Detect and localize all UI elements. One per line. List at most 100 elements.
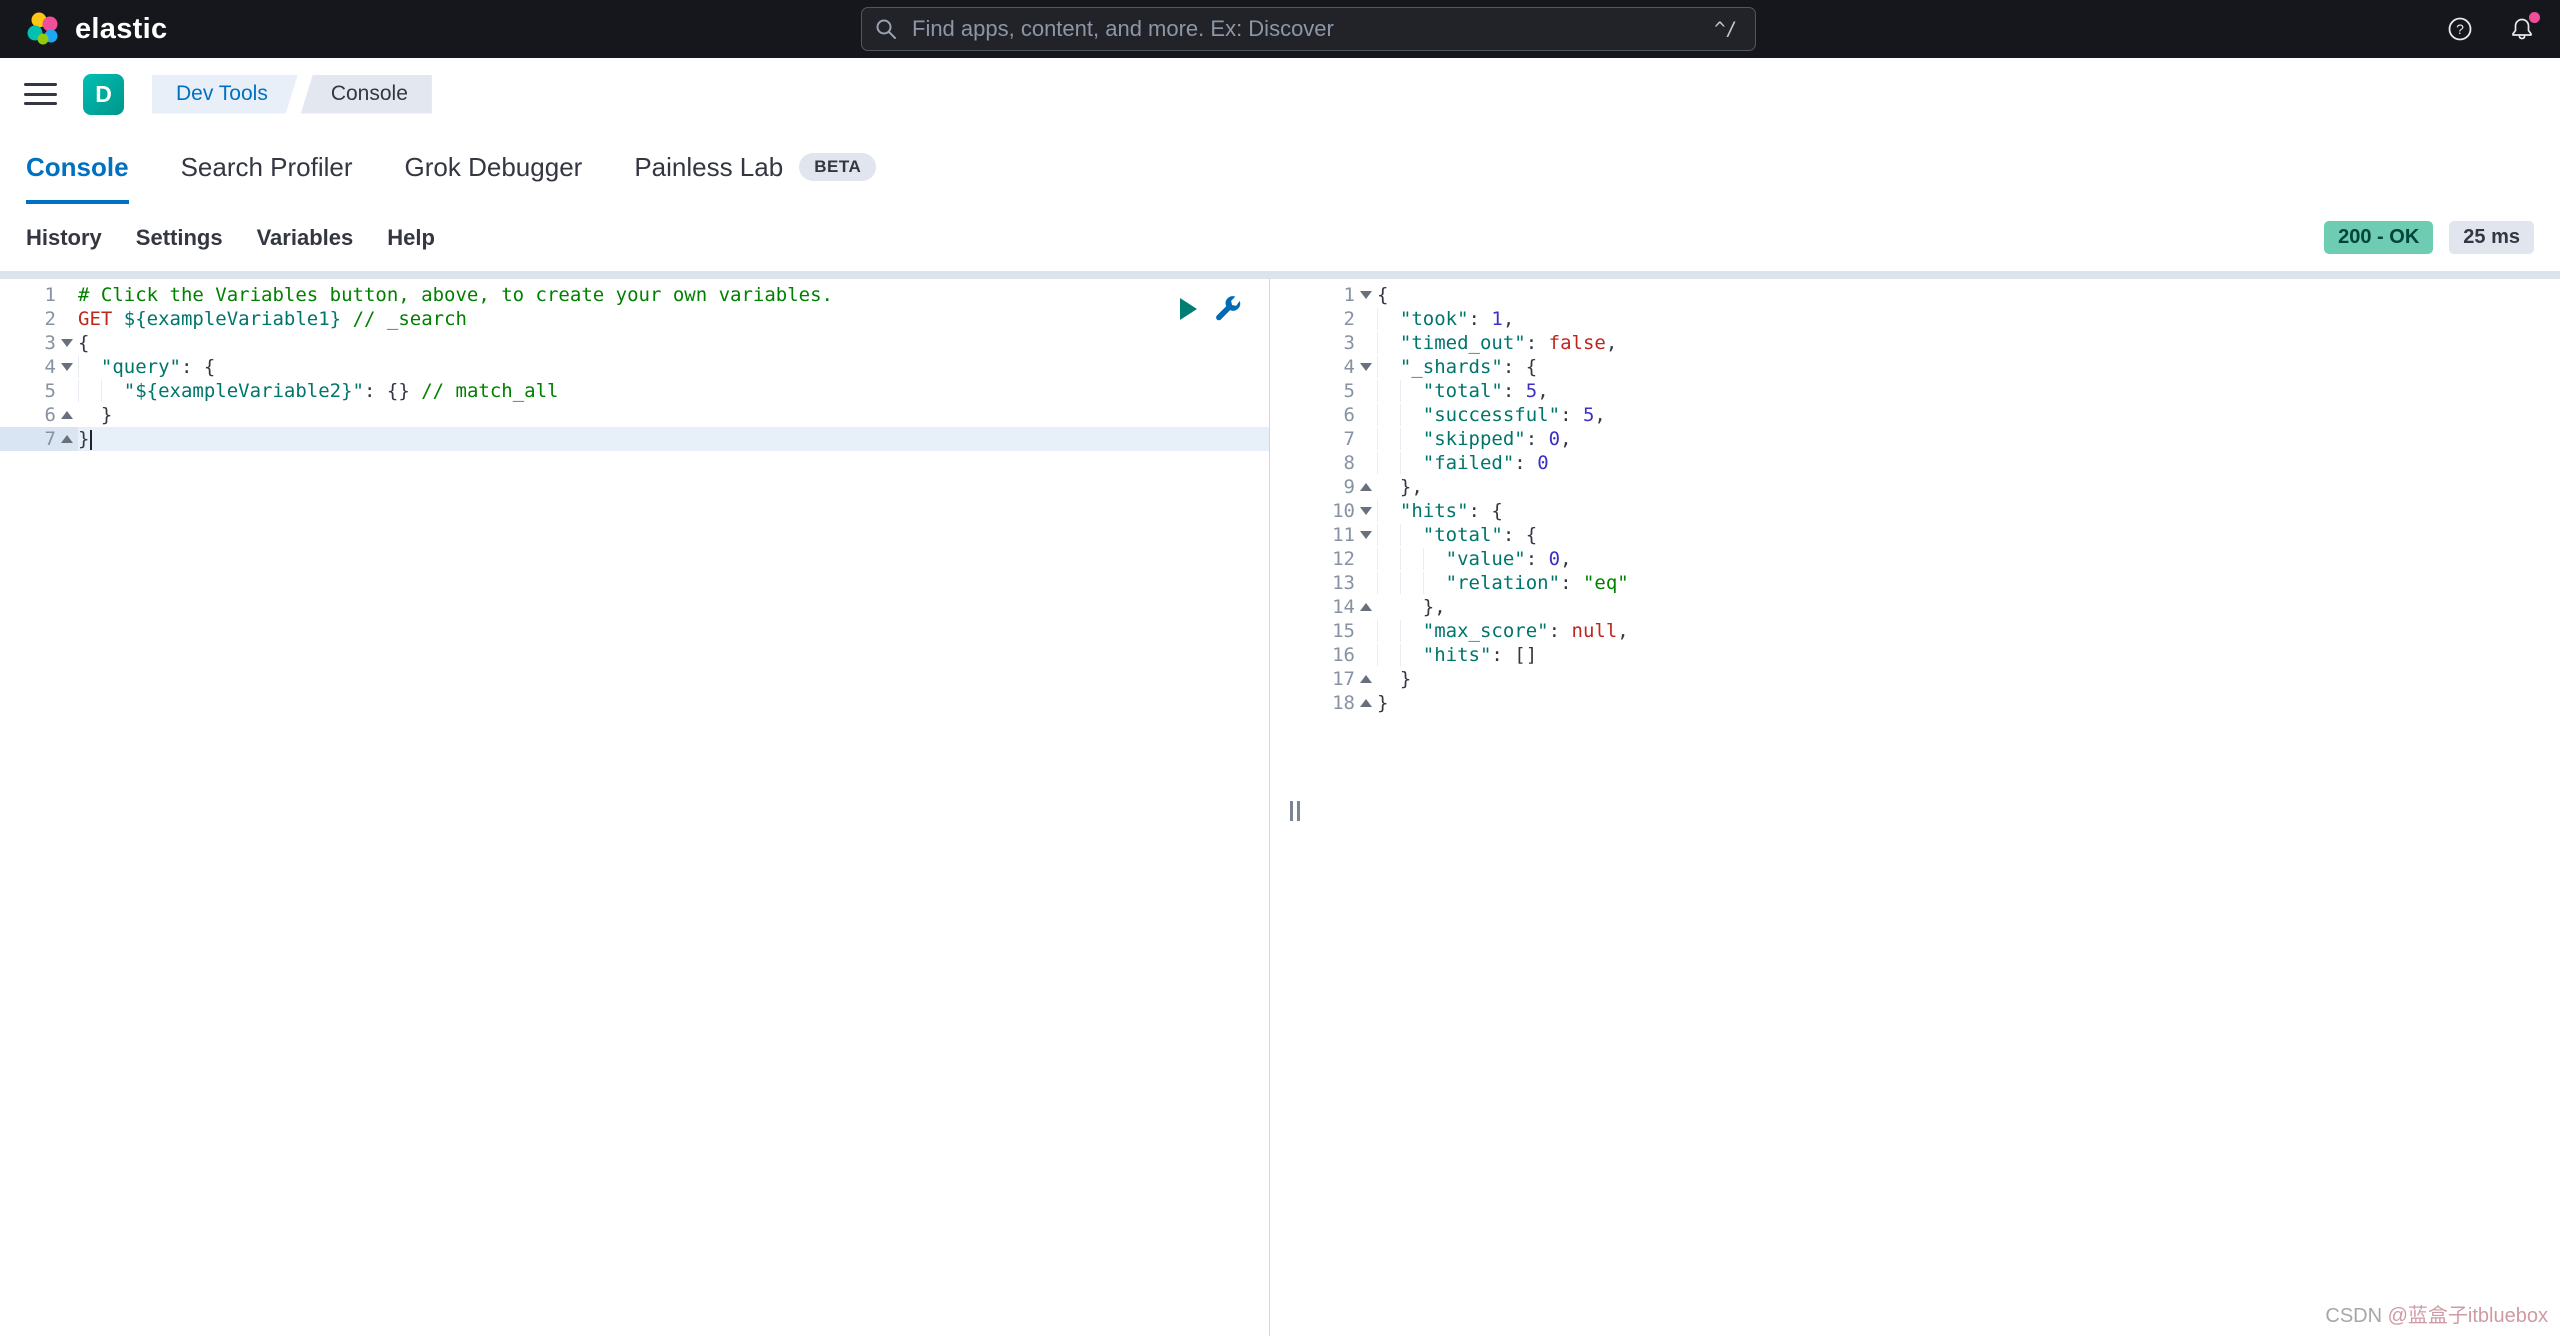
- tab-grok-debugger-label: Grok Debugger: [405, 152, 583, 183]
- code-line[interactable]: 2 "took": 1,: [1319, 307, 2560, 331]
- header-icons: ?: [2446, 15, 2536, 43]
- line-number: 9: [1319, 475, 1355, 499]
- code-line[interactable]: 9 },: [1319, 475, 2560, 499]
- line-number: 1: [1319, 283, 1355, 307]
- fold-open-icon[interactable]: [1360, 291, 1372, 299]
- global-search[interactable]: ^/: [861, 7, 1756, 51]
- code-line[interactable]: 2GET ${exampleVariable1} // _search: [0, 307, 1269, 331]
- elastic-logo[interactable]: elastic: [0, 11, 167, 47]
- code-line[interactable]: 8 "failed": 0: [1319, 451, 2560, 475]
- console-split-editor: 1 # Click the Variables button, above, to…: [0, 271, 2560, 1336]
- code-line[interactable]: 14 },: [1319, 595, 2560, 619]
- fold-open-icon[interactable]: [61, 339, 73, 347]
- code-line[interactable]: 4 "_shards": {: [1319, 355, 2560, 379]
- response-pane[interactable]: 1{2 "took": 1,3 "timed_out": false,4 "_s…: [1319, 271, 2560, 1336]
- line-number: 5: [1319, 379, 1355, 403]
- fold-open-icon[interactable]: [61, 363, 73, 371]
- code-line[interactable]: 4 "query": {: [0, 355, 1269, 379]
- code-line[interactable]: 7 "skipped": 0,: [1319, 427, 2560, 451]
- line-number: 18: [1319, 691, 1355, 715]
- code-line[interactable]: 1# Click the Variables button, above, to…: [0, 283, 1269, 307]
- line-number: 11: [1319, 523, 1355, 547]
- code-line[interactable]: 12 "value": 0,: [1319, 547, 2560, 571]
- code-text: "total": 5,: [1377, 379, 1549, 403]
- line-number: 15: [1319, 619, 1355, 643]
- code-line[interactable]: 13 "relation": "eq": [1319, 571, 2560, 595]
- line-number: 6: [1319, 403, 1355, 427]
- fold-close-icon[interactable]: [61, 435, 73, 443]
- code-line[interactable]: 18}: [1319, 691, 2560, 715]
- status-badge: 200 - OK: [2324, 221, 2433, 254]
- line-number: 2: [1319, 307, 1355, 331]
- fold-open-icon[interactable]: [1360, 507, 1372, 515]
- breadcrumb-dev-tools[interactable]: Dev Tools: [152, 75, 298, 114]
- menu-icon[interactable]: [24, 81, 57, 107]
- send-request-icon[interactable]: [1180, 298, 1197, 320]
- code-text: }: [78, 403, 112, 427]
- text-cursor: [90, 430, 92, 450]
- watermark: CSDN @蓝盒子itbluebox: [2325, 1299, 2548, 1328]
- elastic-logo-icon: [26, 11, 62, 47]
- space-avatar[interactable]: D: [83, 74, 124, 115]
- code-text: },: [1377, 475, 1423, 499]
- line-number: 3: [0, 331, 56, 355]
- variables-button[interactable]: Variables: [257, 225, 354, 251]
- console-menus: History Settings Variables Help: [26, 225, 435, 251]
- response-viewer[interactable]: 1{2 "took": 1,3 "timed_out": false,4 "_s…: [1319, 283, 2560, 715]
- tab-search-profiler[interactable]: Search Profiler: [181, 130, 353, 204]
- code-line[interactable]: 11 "total": {: [1319, 523, 2560, 547]
- code-text: "hits": {: [1377, 499, 1503, 523]
- fold-close-icon[interactable]: [1360, 483, 1372, 491]
- line-number: 7: [0, 427, 56, 451]
- fold-open-icon[interactable]: [1360, 531, 1372, 539]
- code-line[interactable]: 17 }: [1319, 667, 2560, 691]
- code-line[interactable]: 15 "max_score": null,: [1319, 619, 2560, 643]
- code-line[interactable]: 5 "total": 5,: [1319, 379, 2560, 403]
- line-number: 16: [1319, 643, 1355, 667]
- time-badge: 25 ms: [2449, 221, 2534, 254]
- wrench-icon[interactable]: [1215, 296, 1241, 322]
- breadcrumb: Dev Tools Console: [152, 75, 432, 114]
- help-button[interactable]: Help: [387, 225, 435, 251]
- code-line[interactable]: 1{: [1319, 283, 2560, 307]
- code-text: # Click the Variables button, above, to …: [78, 283, 833, 307]
- tab-console-label: Console: [26, 152, 129, 183]
- code-line[interactable]: 10 "hits": {: [1319, 499, 2560, 523]
- code-text: "query": {: [78, 355, 215, 379]
- resizer-handle-icon[interactable]: [1290, 801, 1300, 821]
- line-number: 4: [0, 355, 56, 379]
- code-text: }: [1377, 691, 1388, 715]
- code-line[interactable]: 3{: [0, 331, 1269, 355]
- watermark-handle: @蓝盒子itbluebox: [2388, 1305, 2548, 1327]
- request-pane[interactable]: 1# Click the Variables button, above, to…: [0, 271, 1270, 1336]
- pane-resizer[interactable]: [1270, 271, 1319, 1336]
- code-text: "timed_out": false,: [1377, 331, 1617, 355]
- search-icon: [874, 17, 898, 41]
- code-line[interactable]: 3 "timed_out": false,: [1319, 331, 2560, 355]
- global-search-input[interactable]: [910, 15, 1708, 43]
- code-line[interactable]: 6 }: [0, 403, 1269, 427]
- settings-button[interactable]: Settings: [136, 225, 223, 251]
- dev-tools-tabs: Console Search Profiler Grok Debugger Pa…: [0, 130, 2560, 204]
- code-line[interactable]: 7}: [0, 427, 1269, 451]
- fold-close-icon[interactable]: [1360, 699, 1372, 707]
- fold-close-icon[interactable]: [1360, 603, 1372, 611]
- notifications-bell-icon[interactable]: [2508, 15, 2536, 43]
- line-number: 13: [1319, 571, 1355, 595]
- tab-painless-lab[interactable]: Painless Lab BETA: [634, 130, 876, 204]
- tab-console[interactable]: Console: [26, 130, 129, 204]
- code-line[interactable]: 16 "hits": []: [1319, 643, 2560, 667]
- fold-open-icon[interactable]: [1360, 363, 1372, 371]
- history-button[interactable]: History: [26, 225, 102, 251]
- request-editor[interactable]: 1# Click the Variables button, above, to…: [0, 283, 1269, 451]
- code-text: }: [78, 427, 92, 451]
- fold-close-icon[interactable]: [1360, 675, 1372, 683]
- tab-grok-debugger[interactable]: Grok Debugger: [405, 130, 583, 204]
- code-line[interactable]: 6 "successful": 5,: [1319, 403, 2560, 427]
- global-header: elastic ^/ ?: [0, 0, 2560, 58]
- help-icon[interactable]: ?: [2446, 15, 2474, 43]
- fold-close-icon[interactable]: [61, 411, 73, 419]
- search-shortcut-hint: ^/: [1708, 17, 1743, 41]
- editor-top-strip: [0, 271, 2560, 279]
- code-line[interactable]: 5 "${exampleVariable2}": {} // match_all: [0, 379, 1269, 403]
